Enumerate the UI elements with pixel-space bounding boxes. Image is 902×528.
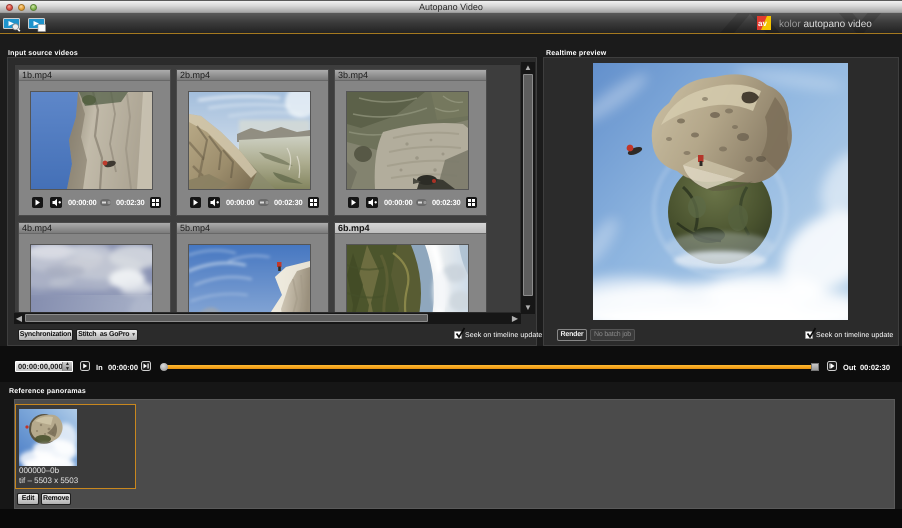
svg-text:av: av bbox=[758, 19, 767, 28]
